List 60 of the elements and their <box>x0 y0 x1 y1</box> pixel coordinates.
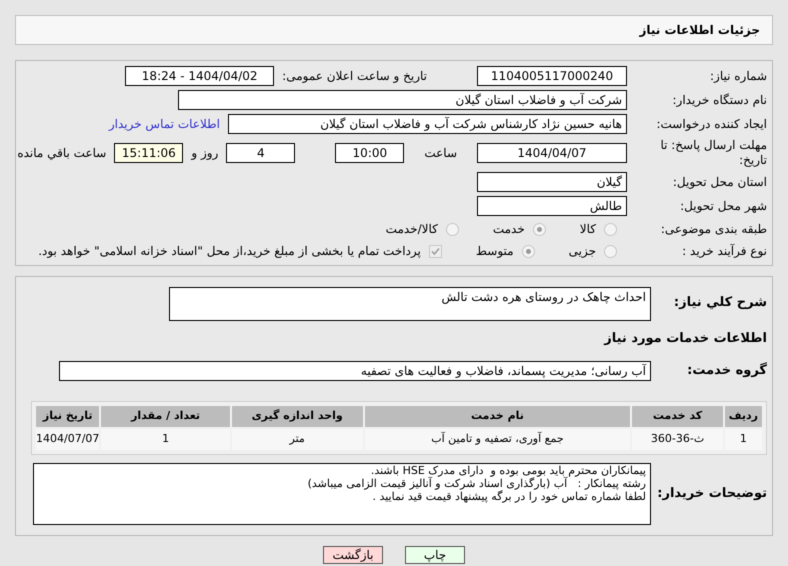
print-button[interactable]: چاپ <box>405 546 465 564</box>
deadline-time-field[interactable]: 10:00 <box>335 143 404 163</box>
column-header: واحد اندازه گیری <box>232 406 363 426</box>
field-label: پرداخت تمام یا بخشی از مبلغ خرید،از محل "اسناد خزانه اسلامی" خواهد بود. <box>38 243 421 260</box>
radio-button[interactable] <box>604 244 617 258</box>
need-number-field[interactable]: 1104005117000240 <box>477 66 627 86</box>
column-header: نام خدمت <box>364 406 630 426</box>
back-button[interactable]: بازگشت <box>323 546 383 564</box>
field-label: شهر محل تحویل: <box>680 198 767 215</box>
field-label: شرح کلي نياز: <box>672 294 767 312</box>
notes-line: رشته پیمانکار : آب (بارگذاری اسناد شرکت و آنالیز قیمت الزامی میباشد) <box>306 476 646 490</box>
field-label: جزیی <box>568 243 596 260</box>
days-field[interactable]: 4 <box>226 143 296 163</box>
field-label: ایجاد کننده درخواست: <box>656 116 767 133</box>
table-cell: 1 <box>724 428 762 450</box>
column-header: تعداد / مقدار <box>101 406 230 426</box>
field-label: ساعت <box>424 145 457 162</box>
creator-field[interactable]: هانیه حسین نژاد کارشناس شرکت آب و فاضلاب استان گیلان <box>228 114 627 134</box>
field-label: خدمت <box>492 221 525 238</box>
radio-button[interactable] <box>522 244 535 258</box>
radio-button[interactable] <box>446 222 459 236</box>
radio-button[interactable] <box>532 222 546 236</box>
field-label: کالا/خدمت <box>386 221 438 238</box>
section-title: اطلاعات خدمات مورد نیاز <box>602 330 767 348</box>
field-label: استان محل تحویل: <box>672 174 767 191</box>
field-label: مهلت ارسال پاسخ: تا تاریخ: <box>659 138 767 168</box>
province-field[interactable]: گیلان <box>477 172 627 192</box>
table-cell: 1 <box>101 428 230 450</box>
column-header: تاریخ نیاز <box>36 406 100 426</box>
field-label: طبقه بندی موضوعی: <box>660 221 767 238</box>
table-cell: ث-36-360 <box>632 428 723 450</box>
field-label: نام دستگاه خریدار: <box>672 92 767 109</box>
summary-textarea[interactable]: احداث چاهک در روستای هره دشت تالش <box>169 287 651 321</box>
table-cell: متر <box>232 428 363 450</box>
city-field[interactable]: طالش <box>477 196 627 216</box>
column-header: ردیف <box>724 406 762 426</box>
field-label: توضیحات خریدار: <box>657 484 767 503</box>
field-label: کالا <box>580 221 596 238</box>
notes-line: لطفا شماره تماس خود را در برگه پیشنهاد قیمت قید نمایید . <box>372 490 646 502</box>
deadline-date-field[interactable]: 1404/04/07 <box>477 143 627 163</box>
field-label: تاریخ و ساعت اعلان عمومی: <box>282 68 427 85</box>
table-cell: 1404/07/07 <box>36 428 100 450</box>
field-label: متوسط <box>476 243 514 260</box>
field-label: ساعت باقي مانده <box>17 145 106 162</box>
field-label: شماره نیاز: <box>710 68 767 85</box>
column-header: کد خدمت <box>632 406 723 426</box>
field-label: نوع فرآیند خرید : <box>682 243 767 260</box>
notes-textarea[interactable]: پیمانکاران محترم باید بومی بوده و دارای مدرک HSE باشند. رشته پیمانکار : آب (بارگذاری اسناد شرکت و آنالیز قیمت الزامی میباشد) لطفا شماره تماس خود را در برگه پیشنهاد قیمت قید نمایید . <box>33 462 651 524</box>
table-cell: جمع آوری، تصفیه و تامین آب <box>364 428 630 450</box>
buyer-field[interactable]: شرکت آب و فاضلاب استان گیلان <box>178 90 627 110</box>
checkbox[interactable] <box>428 244 442 258</box>
field-label: روز و <box>191 145 218 162</box>
buyer-contact-link[interactable]: اطلاعات تماس خریدار <box>108 115 220 133</box>
remaining-time-field[interactable]: 15:11:06 <box>114 143 184 163</box>
field-label: گروه خدمت: <box>686 361 767 380</box>
notes-line: پیمانکاران محترم باید بومی بوده و دارای مدرک HSE باشند. <box>370 464 646 476</box>
radio-button[interactable] <box>604 222 617 236</box>
page-title: جزئیات اطلاعات نیاز <box>639 22 760 39</box>
service-group-field[interactable]: آب رسانی؛ مدیریت پسماند، فاضلاب و فعالیت های تصفیه <box>59 360 651 380</box>
announce-date-field[interactable]: 1404/04/02 - 18:24 <box>125 66 274 86</box>
